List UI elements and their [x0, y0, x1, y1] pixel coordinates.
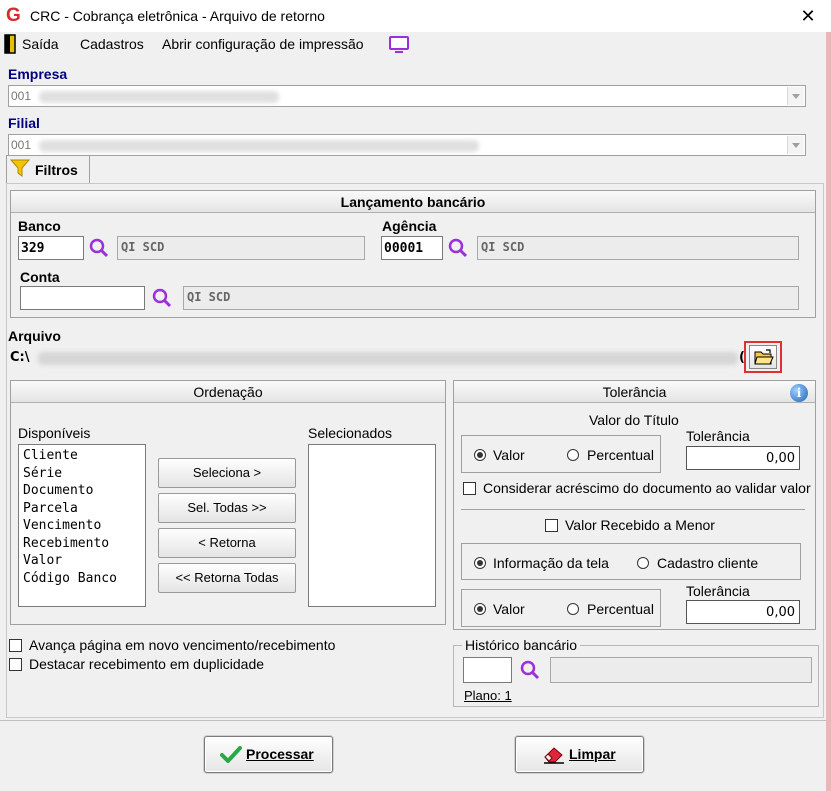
valor-recebido-menor-checkbox[interactable]: [545, 519, 558, 532]
agencia-input[interactable]: 00001: [381, 236, 443, 260]
redacted-text: [39, 140, 479, 152]
search-icon[interactable]: [89, 238, 109, 258]
menu-print-config[interactable]: Abrir configuração de impressão: [162, 36, 364, 52]
list-item[interactable]: Código Banco: [23, 570, 141, 588]
empresa-value: 001: [11, 89, 32, 103]
search-icon[interactable]: [152, 288, 172, 308]
info-tela-radio[interactable]: [474, 557, 486, 569]
list-item[interactable]: Recebimento: [23, 535, 141, 553]
list-item[interactable]: Cliente: [23, 447, 141, 465]
percentual-radio[interactable]: [567, 449, 579, 461]
banco-input[interactable]: 329: [18, 236, 84, 260]
list-item[interactable]: Vencimento: [23, 517, 141, 535]
info-tela-label: Informação da tela: [493, 555, 609, 571]
return-all-button[interactable]: << Retorna Todas: [158, 563, 296, 593]
percentual-radio-label-2: Percentual: [587, 601, 654, 617]
historico-code-input[interactable]: [463, 657, 512, 683]
plano-link[interactable]: Plano: 1: [464, 688, 512, 703]
agencia-label: Agência: [382, 218, 437, 234]
valor-radio-2[interactable]: [474, 603, 486, 615]
conta-input[interactable]: [20, 286, 145, 310]
return-button[interactable]: < Retorna: [158, 528, 296, 558]
tolerancia-label-1: Tolerância: [686, 428, 750, 444]
destacar-checkbox[interactable]: [9, 658, 22, 671]
agencia-name: QI SCD: [477, 236, 799, 260]
menu-exit[interactable]: Saída: [22, 36, 59, 52]
arquivo-value: C:\: [10, 350, 30, 365]
percentual-radio-2[interactable]: [567, 603, 579, 615]
avanca-checkbox[interactable]: [9, 639, 22, 652]
valor-radio-label: Valor: [493, 447, 525, 463]
monitor-icon[interactable]: [388, 36, 410, 58]
divider: [0, 720, 831, 721]
empresa-label: Empresa: [8, 66, 68, 82]
filter-icon: [10, 159, 30, 177]
banco-name: QI SCD: [117, 236, 365, 260]
processar-label: Processar: [246, 746, 314, 762]
avanca-label: Avança página em novo vencimento/recebim…: [29, 637, 336, 653]
redacted-text: [39, 91, 279, 103]
selected-list[interactable]: [308, 444, 436, 607]
empresa-select[interactable]: 001: [8, 85, 806, 107]
list-item[interactable]: Parcela: [23, 500, 141, 518]
redacted-text: [38, 352, 738, 365]
search-icon[interactable]: [448, 238, 468, 258]
exit-door-icon: [4, 34, 16, 54]
banco-label: Banco: [18, 218, 61, 234]
chevron-down-icon[interactable]: [787, 87, 804, 105]
list-item[interactable]: Documento: [23, 482, 141, 500]
close-button[interactable]: ✕: [790, 2, 826, 30]
tolerancia-input-2[interactable]: 0,00: [686, 600, 800, 624]
select-button[interactable]: Seleciona >: [158, 458, 296, 488]
tolerancia-input-1[interactable]: 0,00: [686, 446, 800, 470]
tolerancia-label-2: Tolerância: [686, 583, 750, 599]
chevron-down-icon[interactable]: [787, 136, 804, 154]
considerar-label: Considerar acréscimo do documento ao val…: [483, 480, 811, 496]
considerar-checkbox[interactable]: [463, 482, 476, 495]
valor-radio[interactable]: [474, 449, 486, 461]
tab-filtros[interactable]: Filtros: [6, 155, 90, 183]
valor-titulo-label: Valor do Título: [589, 412, 679, 428]
cadastro-cliente-label: Cadastro cliente: [657, 555, 759, 571]
filial-select[interactable]: 001: [8, 134, 806, 156]
arquivo-input[interactable]: C:\ (: [8, 346, 745, 370]
conta-label: Conta: [20, 269, 60, 285]
disponiveis-label: Disponíveis: [18, 425, 91, 441]
available-list[interactable]: Cliente Série Documento Parcela Vencimen…: [18, 444, 146, 607]
limpar-label: Limpar: [569, 746, 616, 762]
valor-recebido-menor-label: Valor Recebido a Menor: [565, 517, 715, 533]
percentual-radio-label: Percentual: [587, 447, 654, 463]
processar-button[interactable]: Processar: [204, 736, 333, 773]
tolerancia-title: Tolerância: [454, 381, 815, 403]
window-border: [826, 32, 831, 791]
checkmark-icon: [220, 746, 242, 763]
destacar-label: Destacar recebimento em duplicidade: [29, 656, 265, 672]
historico-title: Histórico bancário: [462, 637, 581, 653]
filial-label: Filial: [8, 115, 40, 131]
tab-filtros-label: Filtros: [35, 162, 78, 178]
filial-value: 001: [11, 138, 32, 152]
window-title: CRC - Cobrança eletrônica - Arquivo de r…: [30, 8, 325, 24]
historico-name: [550, 657, 812, 683]
open-folder-button[interactable]: [749, 345, 777, 369]
lancamento-title: Lançamento bancário: [11, 191, 815, 213]
app-logo-icon: G: [6, 5, 21, 26]
select-all-button[interactable]: Sel. Todas >>: [158, 493, 296, 523]
list-item[interactable]: Valor: [23, 552, 141, 570]
selecionados-label: Selecionados: [308, 425, 393, 441]
cadastro-cliente-radio[interactable]: [637, 557, 649, 569]
arquivo-label: Arquivo: [8, 328, 61, 344]
menu-cadastros[interactable]: Cadastros: [80, 36, 144, 52]
conta-name: QI SCD: [183, 286, 799, 310]
ordenacao-title: Ordenação: [11, 381, 445, 403]
limpar-button[interactable]: Limpar: [515, 736, 644, 773]
search-icon[interactable]: [520, 660, 540, 680]
valor-radio-label-2: Valor: [493, 601, 525, 617]
eraser-icon: [544, 747, 564, 764]
info-icon[interactable]: i: [790, 384, 808, 402]
open-folder-icon: [754, 349, 774, 365]
divider: [461, 509, 805, 510]
list-item[interactable]: Série: [23, 465, 141, 483]
